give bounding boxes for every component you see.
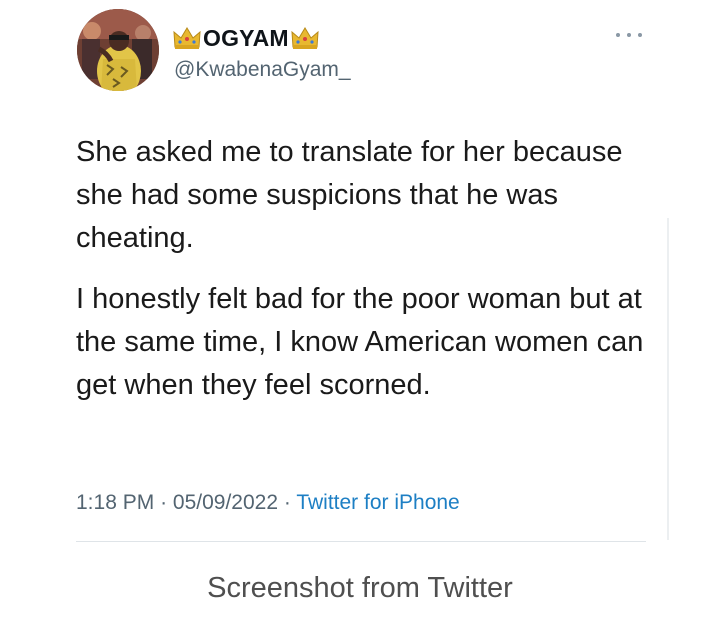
- dot: [638, 33, 642, 37]
- crown-icon: [290, 25, 320, 51]
- tweet-source-link[interactable]: Twitter for iPhone: [296, 491, 459, 514]
- more-options-icon[interactable]: [614, 28, 644, 42]
- tweet-date[interactable]: 05/09/2022: [173, 491, 278, 514]
- tweet-time[interactable]: 1:18 PM: [76, 491, 154, 514]
- crown-icon: [172, 25, 202, 51]
- tweet-card: OGYAM @KwabenaGyam_ She asked me to tran…: [0, 0, 720, 639]
- display-name: OGYAM: [203, 24, 289, 51]
- image-caption: Screenshot from Twitter: [207, 572, 513, 604]
- tweet-metadata: 1:18 PM · 05/09/2022 · Twitter for iPhon…: [76, 491, 460, 515]
- user-handle[interactable]: @KwabenaGyam_: [174, 58, 351, 82]
- tweet-text-paragraph: I honestly felt bad for the poor woman b…: [76, 283, 644, 401]
- divider: [76, 541, 646, 542]
- separator: ·: [283, 491, 291, 514]
- scroll-edge: [667, 218, 669, 540]
- display-name-row[interactable]: OGYAM: [172, 22, 320, 54]
- avatar[interactable]: [77, 9, 159, 91]
- avatar-photo: [77, 9, 159, 91]
- tweet-text-paragraph: She asked me to translate for her becaus…: [76, 136, 623, 254]
- separator: ·: [160, 491, 168, 514]
- dot: [616, 33, 620, 37]
- dot: [627, 33, 631, 37]
